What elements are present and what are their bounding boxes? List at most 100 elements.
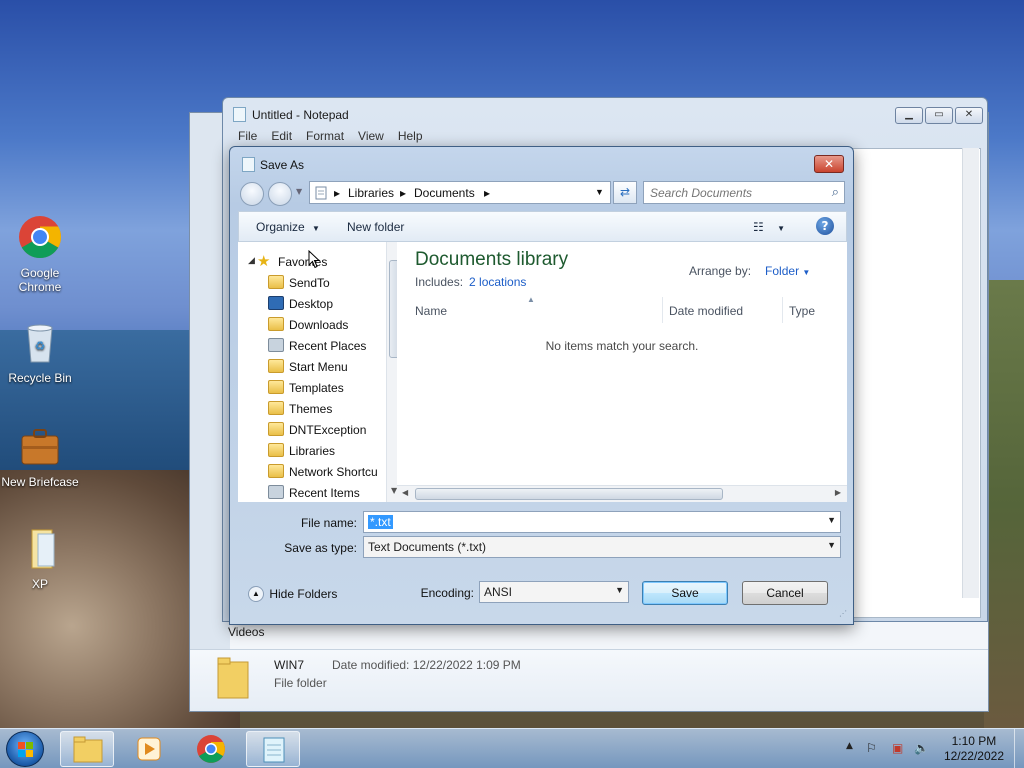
folder-icon: [73, 736, 103, 763]
forward-button[interactable]: [268, 182, 292, 206]
nav-item-network-shortcuts[interactable]: Network Shortcu: [238, 461, 378, 482]
new-folder-button[interactable]: New folder: [347, 220, 404, 234]
desktop-icon-label: Google Chrome: [18, 266, 62, 294]
notepad-icon: [263, 737, 285, 763]
recent-items-icon: [268, 485, 284, 499]
nav-item-sendto[interactable]: SendTo: [238, 272, 378, 293]
search-box[interactable]: ⌕: [643, 181, 845, 204]
folder-icon: [268, 401, 284, 415]
desktop-icon-label: Recycle Bin: [8, 371, 72, 385]
column-header-name[interactable]: Name ▲: [409, 295, 663, 323]
scrollbar-thumb[interactable]: [415, 488, 723, 500]
breadcrumb-documents[interactable]: Documents: [414, 186, 475, 200]
column-header-type[interactable]: Type: [783, 297, 847, 323]
nav-item-desktop[interactable]: Desktop: [238, 293, 378, 314]
volume-icon[interactable]: 🔈: [914, 741, 929, 755]
star-icon: ★: [257, 253, 271, 270]
network-icon[interactable]: ▣: [892, 741, 903, 755]
taskbar-media-player-button[interactable]: [122, 731, 176, 767]
taskbar-notepad-button[interactable]: [246, 731, 300, 767]
save-button[interactable]: Save: [642, 581, 728, 605]
file-name-value: *.txt: [368, 515, 393, 529]
organize-label: Organize: [256, 220, 305, 234]
taskbar: ▲ ⚐ ▣ 🔈 1:10 PM 12/22/2022: [0, 728, 1024, 768]
nav-item-downloads[interactable]: Downloads: [238, 314, 378, 335]
chevron-down-icon: ▼: [615, 585, 624, 595]
desktop-icon: [268, 296, 284, 310]
arrange-by-dropdown[interactable]: Folder ▼: [765, 264, 810, 278]
column-header-date-modified[interactable]: Date modified: [663, 297, 783, 323]
save-as-type-select[interactable]: Text Documents (*.txt) ▼: [363, 536, 841, 558]
folder-icon: [31, 529, 55, 569]
cancel-button[interactable]: Cancel: [742, 581, 828, 605]
desktop-icon-google-chrome[interactable]: Google Chrome: [0, 215, 80, 294]
scroll-left-arrow-icon[interactable]: ◀: [402, 488, 408, 497]
file-name-field[interactable]: *.txt ▼: [363, 511, 841, 533]
menu-file[interactable]: File: [231, 129, 264, 143]
dialog-close-button[interactable]: ✕: [814, 155, 844, 173]
expand-arrow-icon: ◢: [248, 255, 255, 265]
dialog-title: Save As: [260, 158, 305, 172]
nav-item-recent-items[interactable]: Recent Items: [238, 482, 378, 503]
organize-button[interactable]: Organize ▼: [256, 220, 320, 234]
breadcrumb-libraries[interactable]: Libraries: [348, 186, 394, 200]
action-center-flag-icon[interactable]: ⚐: [866, 741, 877, 755]
save-as-dialog: Save As ✕ ▼ ▸ Libraries ▸ Documents ▸ ▼ …: [229, 146, 854, 625]
nav-label: Themes: [289, 402, 333, 416]
notepad-icon: [233, 107, 246, 122]
desktop-icon-label: New Briefcase: [1, 475, 79, 489]
recent-pages-dropdown-icon[interactable]: ▼: [296, 187, 302, 196]
close-button[interactable]: ✕: [955, 107, 983, 124]
save-as-type-value: Text Documents (*.txt): [368, 540, 487, 554]
scroll-right-arrow-icon[interactable]: ▶: [835, 488, 841, 497]
maximize-button[interactable]: ▭: [925, 107, 953, 124]
nav-item-templates[interactable]: Templates: [238, 377, 378, 398]
menu-view[interactable]: View: [351, 129, 391, 143]
desktop-icon-recycle-bin[interactable]: ♻ Recycle Bin: [0, 320, 80, 385]
search-input[interactable]: [650, 183, 820, 203]
arrange-label: Arrange by:: [689, 264, 752, 278]
nav-item-start-menu[interactable]: Start Menu: [238, 356, 378, 377]
desktop-icon-new-briefcase[interactable]: New Briefcase: [0, 424, 80, 489]
taskbar-chrome-button[interactable]: [184, 731, 238, 767]
taskbar-explorer-button[interactable]: [60, 731, 114, 767]
menu-edit[interactable]: Edit: [264, 129, 299, 143]
notepad-vertical-scrollbar[interactable]: [962, 148, 979, 598]
system-clock[interactable]: 1:10 PM 12/22/2022: [944, 734, 1004, 764]
address-dropdown-icon[interactable]: ▼: [595, 187, 604, 197]
encoding-select[interactable]: ANSI ▼: [479, 581, 629, 603]
chevron-down-icon[interactable]: ▼: [827, 515, 836, 525]
show-hidden-icons-arrow[interactable]: ▲: [846, 741, 853, 751]
start-button[interactable]: [6, 731, 44, 767]
hide-folders-button[interactable]: ▲ Hide Folders: [248, 586, 337, 602]
locations-link[interactable]: 2 locations: [469, 275, 526, 289]
help-icon[interactable]: ?: [816, 217, 834, 235]
desktop-icon-label: XP: [31, 577, 48, 591]
nav-item-dntexception[interactable]: DNTException: [238, 419, 378, 440]
mouse-cursor-icon: [308, 250, 320, 269]
nav-item-themes[interactable]: Themes: [238, 398, 378, 419]
nav-item-libraries[interactable]: Libraries: [238, 440, 378, 461]
explorer-tree-item-videos[interactable]: Videos: [228, 625, 264, 639]
menu-format[interactable]: Format: [299, 129, 351, 143]
library-includes: Includes: 2 locations: [415, 275, 526, 289]
show-desktop-button[interactable]: [1014, 729, 1024, 768]
nav-item-recent-places[interactable]: Recent Places: [238, 335, 378, 356]
menu-help[interactable]: Help: [391, 129, 430, 143]
downloads-folder-icon: [268, 317, 284, 331]
refresh-button[interactable]: ⇄: [613, 181, 637, 204]
back-button[interactable]: [240, 182, 264, 206]
breadcrumb-separator: ▸: [400, 186, 407, 200]
desktop-icon-xp[interactable]: XP: [0, 526, 80, 591]
address-bar[interactable]: ▸ Libraries ▸ Documents ▸ ▼: [309, 181, 611, 204]
encoding-label: Encoding:: [420, 586, 474, 600]
briefcase-icon: [21, 429, 59, 465]
view-options-button[interactable]: ☷ ▼: [753, 220, 785, 234]
file-list-horizontal-scrollbar[interactable]: ◀ ▶: [397, 485, 847, 502]
details-modified: Date modified: 12/22/2022 1:09 PM: [332, 658, 521, 672]
nav-label: DNTException: [289, 423, 367, 437]
encoding-value: ANSI: [484, 585, 513, 599]
nav-label: Recent Items: [289, 486, 360, 500]
resize-grip-icon[interactable]: ⋰: [839, 609, 847, 618]
minimize-button[interactable]: ▁: [895, 107, 923, 124]
